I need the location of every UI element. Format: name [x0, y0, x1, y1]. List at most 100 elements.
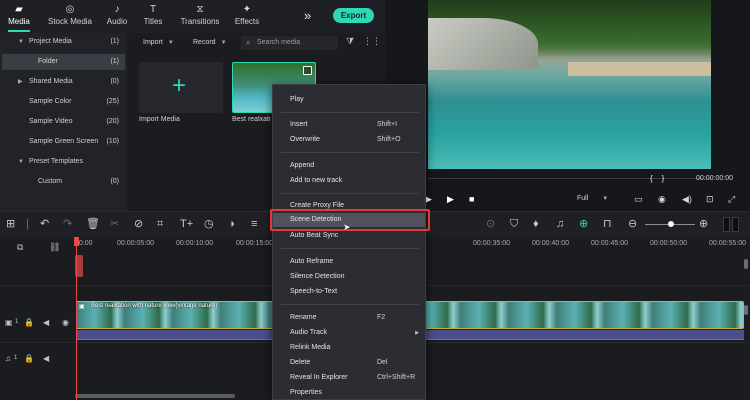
track-layout-buttons[interactable]: [723, 217, 740, 232]
play-icon[interactable]: ▶: [447, 194, 454, 205]
menu-item-auto-reframe[interactable]: Auto Reframe: [273, 255, 425, 269]
zoom-out-icon[interactable]: ⊖: [628, 217, 637, 231]
menu-item-delete[interactable]: Delete Del: [273, 356, 425, 370]
horizontal-scrollbar[interactable]: [75, 394, 235, 398]
more-tabs-chevron-icon[interactable]: »: [304, 8, 311, 23]
volume-icon[interactable]: ◀): [682, 194, 692, 205]
cut-icon[interactable]: ✂: [110, 217, 119, 231]
text-add-icon[interactable]: T+: [180, 217, 193, 231]
delete-icon[interactable]: 🗑: [86, 217, 100, 231]
tab-effects[interactable]: ✦ Effects: [232, 0, 262, 33]
sidebar-item-sample-video[interactable]: Sample Video (20): [0, 114, 127, 130]
filter-icon[interactable]: ⧩: [346, 36, 354, 47]
volume-icon[interactable]: ◀: [43, 318, 49, 327]
search-input[interactable]: ⌕ Search media: [241, 36, 338, 50]
step-back-icon[interactable]: ▶: [425, 194, 432, 205]
menu-item-play[interactable]: Play: [273, 93, 425, 107]
zoom-slider-handle[interactable]: [668, 221, 674, 227]
quality-dropdown[interactable]: Full ▼: [577, 195, 608, 202]
stop-icon[interactable]: ■: [469, 194, 474, 204]
lock-icon[interactable]: 🔒: [24, 318, 34, 327]
sidebar-item-sample-green-screen[interactable]: Sample Green Screen (10): [0, 134, 127, 150]
import-dropdown[interactable]: Import ▼: [143, 37, 174, 49]
layout-grid-icon[interactable]: ⊞: [6, 217, 15, 231]
menu-item-append[interactable]: Append: [273, 159, 425, 173]
color-icon[interactable]: ◑: [228, 217, 235, 231]
mark-in-out-icon[interactable]: { }: [650, 174, 664, 183]
menu-item-insert[interactable]: Insert Shift+I: [273, 118, 425, 132]
sidebar-item-project-media[interactable]: ▼ Project Media (1): [0, 34, 127, 50]
vertical-scrollbar[interactable]: [744, 259, 748, 269]
preview-scrubber[interactable]: [428, 178, 711, 179]
mark-out-icon[interactable]: }: [662, 174, 665, 183]
collapse-arrow-icon[interactable]: ▶: [18, 74, 23, 90]
menu-separator: [281, 152, 419, 153]
ruler-tick-label: 00:00:45:00: [591, 240, 628, 247]
crop-icon[interactable]: ⊡: [706, 194, 714, 205]
undo-icon[interactable]: ↶: [40, 217, 49, 231]
monitor-icon[interactable]: ▭: [634, 194, 643, 205]
music-list-icon[interactable]: ♫: [556, 217, 564, 231]
shield-icon[interactable]: ⛉: [510, 217, 518, 231]
record-dropdown[interactable]: Record ▼: [193, 37, 227, 49]
menu-item-label: Auto Reframe: [290, 258, 334, 265]
menu-item-properties[interactable]: Properties: [273, 386, 425, 400]
marker-icon[interactable]: ⊓: [603, 217, 612, 231]
sidebar-item-custom[interactable]: Custom (0): [0, 174, 127, 190]
sidebar-item-shared-media[interactable]: ▶ Shared Media (0): [0, 74, 127, 90]
tab-transitions[interactable]: ⧖ Transitions: [180, 0, 220, 33]
grid-view-icon[interactable]: ⋮⋮: [363, 36, 381, 47]
snap-icon[interactable]: ⊕: [579, 217, 588, 231]
video-track-icon: ▣: [5, 318, 13, 327]
context-menu: Play Insert Shift+I Overwrite Shift+O Ap…: [272, 84, 426, 400]
tab-stock-media[interactable]: ◎ Stock Media: [47, 0, 93, 33]
fullscreen-icon[interactable]: ⤢: [728, 194, 735, 205]
menu-item-add-to-new-track[interactable]: Add to new track: [273, 174, 425, 188]
expand-arrow-icon[interactable]: ▼: [18, 154, 24, 170]
sidebar-item-count: (20): [106, 118, 119, 125]
menu-item-overwrite[interactable]: Overwrite Shift+O: [273, 133, 425, 147]
menu-item-label: Overwrite: [290, 136, 320, 143]
zoom-in-icon[interactable]: ⊕: [699, 217, 708, 231]
link-icon[interactable]: ⛓: [49, 242, 60, 253]
menu-item-silence-detection[interactable]: Silence Detection: [273, 270, 425, 284]
menu-item-audio-track[interactable]: Audio Track ▶: [273, 326, 425, 340]
playhead-handle[interactable]: [74, 237, 79, 246]
crop-icon[interactable]: ⌗: [157, 217, 163, 231]
tab-titles[interactable]: T Titles: [140, 0, 166, 33]
menu-item-speech-to-text[interactable]: Speech-to-Text: [273, 285, 425, 299]
sidebar-item-sample-color[interactable]: Sample Color (25): [0, 94, 127, 110]
add-track-icon[interactable]: ⧉: [17, 242, 23, 253]
menu-item-label: Properties: [290, 389, 322, 396]
layout-left-icon[interactable]: [723, 217, 730, 232]
speed-icon[interactable]: ◷: [204, 217, 214, 231]
export-button[interactable]: Export: [333, 8, 374, 23]
layout-right-icon[interactable]: [732, 217, 739, 232]
eye-icon[interactable]: ◉: [62, 318, 69, 327]
lock-icon[interactable]: 🔒: [24, 354, 34, 363]
music-note-icon: ♪: [114, 4, 120, 15]
plus-icon: +: [172, 72, 187, 99]
menu-item-label: Reveal In Explorer: [290, 374, 348, 381]
menu-item-relink-media[interactable]: Relink Media: [273, 341, 425, 355]
render-icon[interactable]: ⊙: [486, 217, 495, 231]
tab-audio[interactable]: ♪ Audio: [104, 0, 130, 33]
menu-item-shortcut: Shift+O: [377, 136, 401, 143]
playhead-line[interactable]: [76, 237, 77, 400]
import-media-tile[interactable]: +: [139, 62, 223, 113]
mark-in-icon[interactable]: {: [650, 174, 653, 183]
audio-adjust-icon[interactable]: ≡: [251, 217, 257, 231]
redo-icon[interactable]: ↷: [63, 217, 72, 231]
menu-item-rename[interactable]: Rename F2: [273, 311, 425, 325]
expand-arrow-icon[interactable]: ▼: [18, 34, 24, 50]
microphone-icon[interactable]: ♦: [533, 217, 539, 231]
sidebar-item-count: (1): [110, 58, 119, 65]
volume-icon[interactable]: ◀: [43, 354, 49, 363]
tab-stock-media-label: Stock Media: [47, 17, 93, 26]
snapshot-icon[interactable]: ◉: [658, 194, 666, 205]
menu-item-reveal-in-explorer[interactable]: Reveal In Explorer Ctrl+Shift+R: [273, 371, 425, 385]
sidebar-item-folder[interactable]: Folder (1): [2, 54, 125, 70]
tag-icon[interactable]: ⊘: [134, 217, 143, 231]
sidebar-item-preset-templates[interactable]: ▼ Preset Templates: [0, 154, 127, 170]
tab-media[interactable]: ▰ Media: [4, 0, 34, 33]
